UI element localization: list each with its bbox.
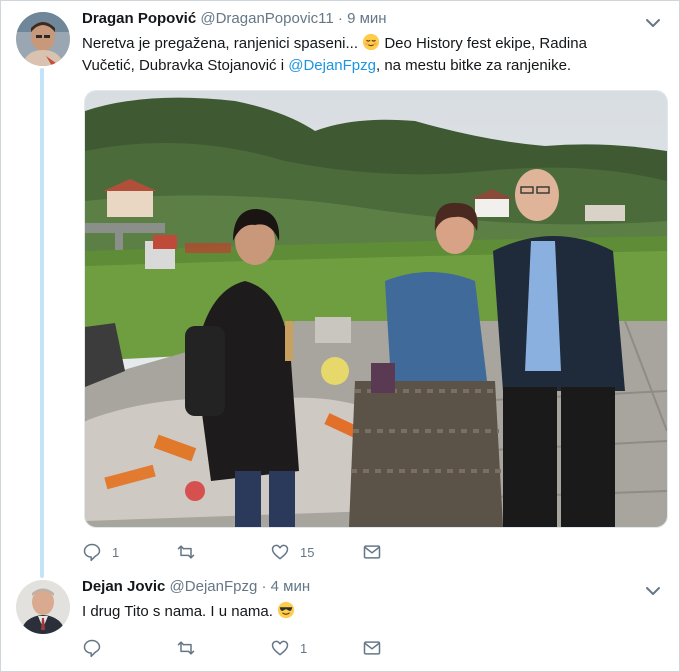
direct-message-button[interactable] [362,636,382,660]
reply-icon [83,543,101,562]
display-name[interactable]: Dragan Popović [82,10,196,27]
display-name[interactable]: Dejan Jovic [82,578,165,595]
tweet-header: Dejan Jovic @DejanFpzg · 4 мин [82,578,310,595]
like-count: 1 [300,640,308,656]
sunglasses-face-emoji [278,601,295,619]
reply-button[interactable]: 1 [82,540,119,564]
user-handle[interactable]: @DejanFpzg [170,578,258,595]
tweet-photo[interactable] [84,90,668,528]
tweet-text-part: , na mestu bitke za ranjenike. [376,57,572,74]
tweet-text-part: I drug Tito s nama. I u nama. [82,603,273,620]
direct-message-button[interactable] [362,540,382,564]
retweet-icon [177,545,195,559]
retweet-icon [177,641,195,655]
like-count: 15 [300,544,315,560]
tweet-timestamp[interactable]: 9 мин [347,10,387,27]
reply-icon [83,639,101,658]
avatar[interactable] [16,12,70,66]
user-handle[interactable]: @DraganPopovic11 [200,10,333,27]
chevron-down-icon[interactable] [644,14,662,32]
separator-dot: · [337,10,343,27]
thread-connector-line [40,68,44,578]
tweet-text-part: Neretva je pregažena, ranjenici spaseni.… [82,35,358,52]
separator-dot: · [261,578,267,595]
tweet-timestamp[interactable]: 4 мин [271,578,311,595]
envelope-icon [363,545,381,559]
reply-button[interactable] [82,636,112,660]
avatar[interactable] [16,580,70,634]
tweet-header: Dragan Popović @DraganPopovic11 · 9 мин [82,10,387,27]
like-button[interactable]: 1 [270,636,307,660]
mention-link[interactable]: @DejanFpzg [288,57,376,74]
retweet-button[interactable] [176,636,206,660]
reply-count: 1 [112,544,120,560]
heart-icon [271,544,289,560]
tweet-text: Neretva je pregažena, ranjenici spaseni.… [82,33,642,77]
relieved-face-emoji [363,33,380,51]
tweet-text: I drug Tito s nama. I u nama. [82,601,295,623]
envelope-icon [363,641,381,655]
retweet-button[interactable] [176,540,206,564]
heart-icon [271,640,289,656]
chevron-down-icon[interactable] [644,582,662,600]
like-button[interactable]: 15 [270,540,314,564]
